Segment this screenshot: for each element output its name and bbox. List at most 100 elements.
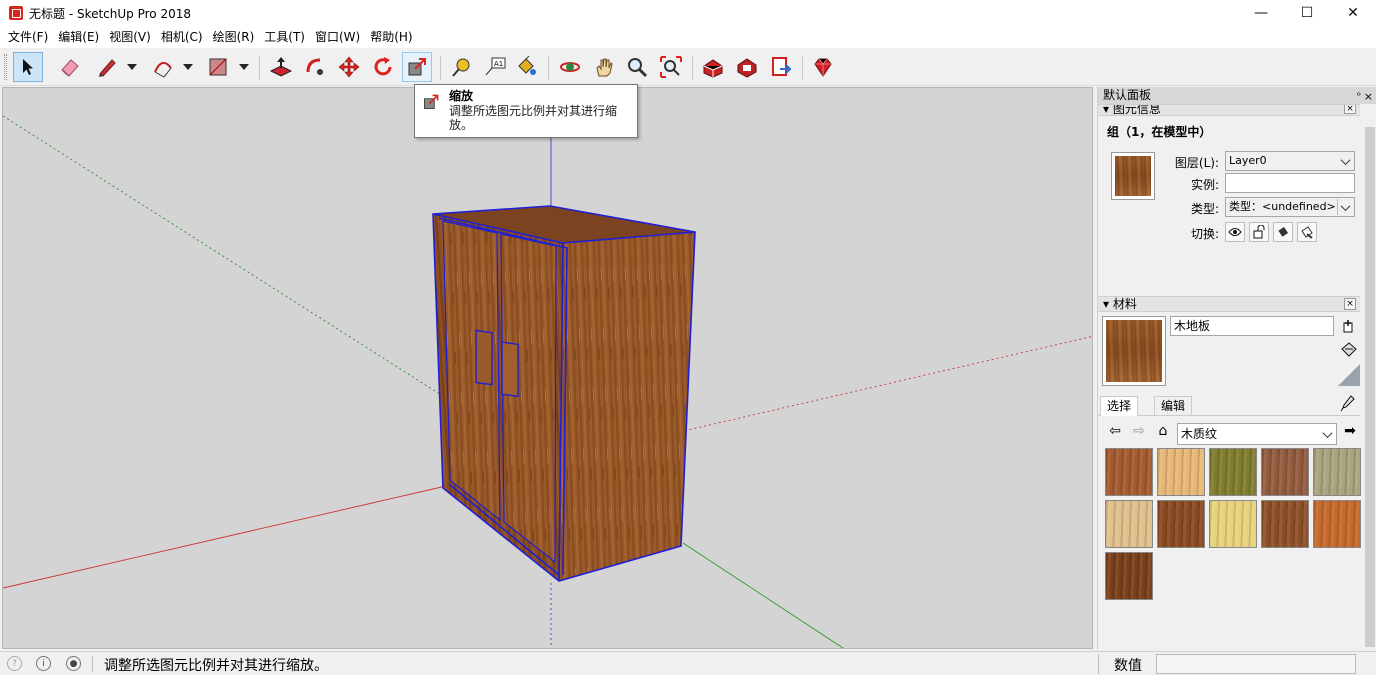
entity-info-title: 图元信息 xyxy=(1112,104,1161,116)
minimize-button[interactable]: — xyxy=(1238,0,1284,26)
menu-file[interactable]: 文件(F) xyxy=(3,26,53,48)
rotate-tool-button[interactable] xyxy=(368,52,398,82)
zoom-extents-tool-button[interactable] xyxy=(656,52,686,82)
user-account-icon[interactable]: ● xyxy=(66,656,81,671)
menu-camera[interactable]: 相机(C) xyxy=(156,26,208,48)
entity-material-thumbnail[interactable] xyxy=(1111,152,1155,200)
rectangle-tool-button[interactable] xyxy=(203,52,233,82)
material-name-input[interactable]: 木地板 xyxy=(1170,316,1334,336)
3d-viewport[interactable] xyxy=(2,87,1093,649)
entity-info-panel-header[interactable]: ▾ 图元信息 × xyxy=(1098,104,1360,116)
measurements-input[interactable] xyxy=(1156,654,1356,674)
resize-corner-icon xyxy=(1338,364,1360,386)
type-value: 类型：<undefined> xyxy=(1229,200,1336,213)
forward-arrow-icon[interactable]: ⇨ xyxy=(1130,423,1148,439)
scale-tool-button[interactable] xyxy=(402,52,432,82)
menu-view[interactable]: 视图(V) xyxy=(104,26,156,48)
wardrobe-model[interactable] xyxy=(432,205,696,582)
scale-icon xyxy=(408,58,426,76)
tray-close-button[interactable]: × xyxy=(1364,88,1373,105)
home-icon[interactable]: ⌂ xyxy=(1154,423,1172,439)
details-arrow-icon[interactable]: ➡ xyxy=(1341,423,1359,439)
entity-info-close-button[interactable]: × xyxy=(1344,105,1356,114)
wardrobe-right-door[interactable] xyxy=(500,233,557,564)
text-tool-button[interactable]: A1 xyxy=(480,52,510,82)
layer-label: 图层(L): xyxy=(1174,156,1219,170)
sketchup-logo-icon xyxy=(9,6,23,20)
red-axis-negative xyxy=(3,485,447,589)
zoom-tool-button[interactable] xyxy=(622,52,652,82)
eraser-icon xyxy=(61,59,79,77)
layer-select[interactable]: Layer0 xyxy=(1225,151,1355,171)
info-icon[interactable]: i xyxy=(36,656,51,671)
3d-warehouse-button[interactable] xyxy=(698,52,728,82)
create-material-icon[interactable] xyxy=(1341,319,1355,333)
zoom-extents-icon xyxy=(660,56,682,78)
shadow-receive-icon xyxy=(1277,227,1288,238)
move-tool-button[interactable] xyxy=(334,52,364,82)
tray-pin-icon[interactable]: ᵒ xyxy=(1357,88,1361,105)
current-material-thumbnail[interactable] xyxy=(1102,316,1166,386)
paint-bucket-icon[interactable] xyxy=(1340,341,1358,359)
material-swatch[interactable] xyxy=(1105,448,1153,496)
push-pull-tool-button[interactable] xyxy=(266,52,296,82)
maximize-button[interactable]: ☐ xyxy=(1284,0,1330,26)
left-door-handle[interactable] xyxy=(475,329,493,386)
menu-draw[interactable]: 绘图(R) xyxy=(208,26,260,48)
geolocation-icon[interactable]: ? xyxy=(7,656,22,671)
toggle-cast-shadows-button[interactable] xyxy=(1297,222,1317,242)
arrow-cursor-icon xyxy=(23,59,33,75)
menu-edit[interactable]: 编辑(E) xyxy=(53,26,104,48)
follow-me-tool-button[interactable] xyxy=(300,52,330,82)
material-swatch[interactable] xyxy=(1313,500,1361,548)
material-swatch[interactable] xyxy=(1261,500,1309,548)
line-tool-dropdown-chevron-icon[interactable] xyxy=(127,64,137,70)
eyedropper-icon[interactable] xyxy=(1340,394,1356,412)
toolbar-separator xyxy=(440,56,441,80)
toggle-visibility-button[interactable] xyxy=(1225,222,1245,242)
material-swatch[interactable] xyxy=(1105,500,1153,548)
tab-edit[interactable]: 编辑 xyxy=(1154,396,1193,416)
material-swatch[interactable] xyxy=(1105,552,1153,600)
type-select[interactable]: 类型：<undefined> xyxy=(1225,197,1355,217)
library-select[interactable]: 木质纹 xyxy=(1177,423,1337,445)
material-swatch[interactable] xyxy=(1313,448,1361,496)
extension-manager-button[interactable] xyxy=(808,52,838,82)
material-swatch[interactable] xyxy=(1209,500,1257,548)
back-arrow-icon[interactable]: ⇦ xyxy=(1106,423,1124,439)
close-button[interactable]: ✕ xyxy=(1330,0,1376,26)
orbit-tool-button[interactable] xyxy=(555,52,585,82)
instance-input[interactable] xyxy=(1225,173,1355,193)
materials-panel-header[interactable]: ▾ 材料 × xyxy=(1098,296,1360,312)
material-swatch[interactable] xyxy=(1157,500,1205,548)
menu-tools[interactable]: 工具(T) xyxy=(259,26,310,48)
line-tool-button[interactable] xyxy=(92,52,122,82)
toggle-receive-shadows-button[interactable] xyxy=(1273,222,1293,242)
toggle-lock-button[interactable] xyxy=(1249,222,1269,242)
extension-warehouse-button[interactable] xyxy=(732,52,762,82)
tab-select[interactable]: 选择 xyxy=(1100,396,1139,416)
send-to-layout-button[interactable] xyxy=(766,52,796,82)
select-tool-button[interactable] xyxy=(13,52,43,82)
material-swatch[interactable] xyxy=(1209,448,1257,496)
paint-bucket-tool-button[interactable] xyxy=(511,52,541,82)
eraser-tool-button[interactable] xyxy=(55,52,85,82)
push-pull-icon xyxy=(269,57,293,77)
model-scene[interactable] xyxy=(3,88,1093,649)
wardrobe-side-face[interactable] xyxy=(559,232,695,581)
status-message: 调整所选图元比例并对其进行缩放。 xyxy=(104,658,328,674)
toolbar-grip[interactable] xyxy=(4,54,7,80)
warehouse-icon xyxy=(703,59,723,78)
material-swatch[interactable] xyxy=(1157,448,1205,496)
arc-tool-dropdown-chevron-icon[interactable] xyxy=(183,64,193,70)
rectangle-tool-dropdown-chevron-icon[interactable] xyxy=(239,64,249,70)
pan-tool-button[interactable] xyxy=(589,52,619,82)
tray-scrollbar-thumb[interactable] xyxy=(1365,127,1375,647)
materials-close-button[interactable]: × xyxy=(1344,298,1356,310)
right-door-handle[interactable] xyxy=(501,341,519,398)
tape-measure-tool-button[interactable] xyxy=(446,52,476,82)
menu-window[interactable]: 窗口(W) xyxy=(310,26,365,48)
menu-help[interactable]: 帮助(H) xyxy=(365,26,417,48)
arc-tool-button[interactable] xyxy=(148,52,178,82)
material-swatch[interactable] xyxy=(1261,448,1309,496)
